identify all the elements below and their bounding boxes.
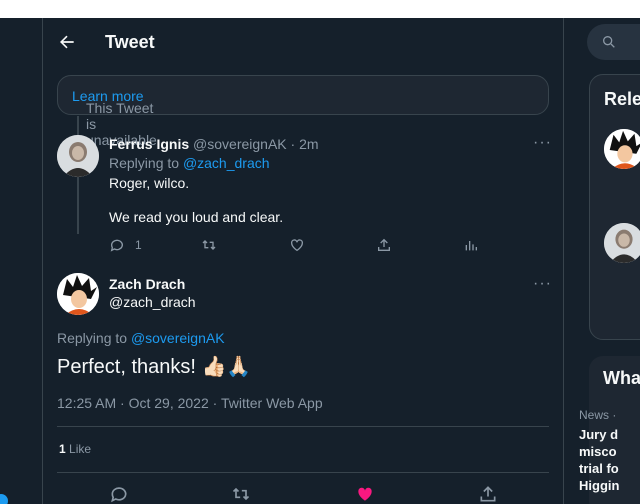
page-header: Tweet — [43, 18, 563, 66]
tweet-text: Perfect, thanks! 👍🏻🙏🏻 — [57, 356, 252, 378]
tweet-author[interactable]: Ferrus Ignis @sovereignAK · 2m — [109, 136, 319, 152]
reply-count: 1 — [135, 238, 142, 252]
tweet-column: Tweet This Tweet is unavailable. Learn m… — [42, 18, 564, 504]
share-button[interactable] — [376, 236, 392, 254]
author-handle[interactable]: @sovereignAK — [193, 136, 287, 152]
tweet-metadata[interactable]: 12:25 AM · Oct 29, 2022 · Twitter Web Ap… — [57, 395, 323, 411]
search-icon — [603, 36, 615, 48]
news-category: News · — [579, 408, 617, 422]
avatar[interactable] — [57, 135, 99, 177]
heart-filled-icon[interactable] — [355, 484, 375, 504]
back-arrow-icon[interactable] — [57, 32, 77, 52]
heart-icon — [291, 239, 303, 252]
tweet-text-line2: We read you loud and clear. — [109, 209, 284, 225]
browser-top-strip — [0, 0, 640, 18]
like-label: Like — [69, 442, 92, 456]
news-headline[interactable]: Jury d misco trial fo Higgin — [579, 426, 619, 494]
tweet-text-line1: Roger, wilco. — [109, 175, 190, 191]
reply-button[interactable]: 1 — [109, 236, 142, 254]
replying-to: Replying to @zach_drach — [109, 155, 270, 171]
more-options-icon[interactable]: ··· — [533, 135, 551, 156]
author-handle[interactable]: @zach_drach — [109, 294, 196, 310]
unavailable-tweet-notice: This Tweet is unavailable. Learn more — [57, 75, 549, 148]
retweet-button[interactable] — [201, 236, 217, 254]
relevant-people-title: Rele — [604, 89, 640, 109]
like-count: 1 — [59, 442, 66, 456]
tweet-actions: 1 — [109, 236, 549, 256]
like-button[interactable] — [289, 236, 305, 254]
tweet-time[interactable]: · 2m — [291, 136, 319, 152]
retweet-icon — [202, 240, 216, 250]
retweet-icon[interactable] — [231, 484, 251, 504]
divider — [57, 426, 549, 427]
relevant-people-card: Rele — [589, 74, 640, 340]
page-title: Tweet — [105, 32, 155, 52]
replying-to-handle[interactable]: @sovereignAK — [131, 330, 225, 346]
replying-label: Replying to — [57, 330, 128, 346]
replying-label: Replying to — [109, 155, 180, 171]
replying-to-handle[interactable]: @zach_drach — [183, 155, 270, 171]
analytics-button[interactable] — [463, 236, 479, 254]
search-box[interactable] — [587, 24, 640, 60]
share-icon[interactable] — [478, 484, 498, 504]
author-name[interactable]: Ferrus Ignis — [109, 136, 189, 152]
left-nav-column — [0, 18, 42, 504]
avatar[interactable] — [604, 223, 640, 263]
reply-icon[interactable] — [109, 484, 129, 504]
avatar[interactable] — [604, 129, 640, 169]
right-sidebar: Rele Wha News · Jury d misco trial fo Hi… — [565, 18, 640, 504]
share-icon — [378, 238, 390, 251]
like-stats[interactable]: 1 Like — [59, 442, 91, 456]
divider — [57, 472, 549, 473]
whats-happening-title: Wha — [603, 368, 640, 388]
avatar[interactable] — [57, 273, 99, 315]
replying-to: Replying to @sovereignAK — [57, 330, 225, 346]
analytics-icon — [465, 241, 477, 251]
author-name[interactable]: Zach Drach — [109, 276, 185, 292]
more-options-icon[interactable]: ··· — [533, 276, 551, 297]
reply-icon — [110, 239, 123, 252]
